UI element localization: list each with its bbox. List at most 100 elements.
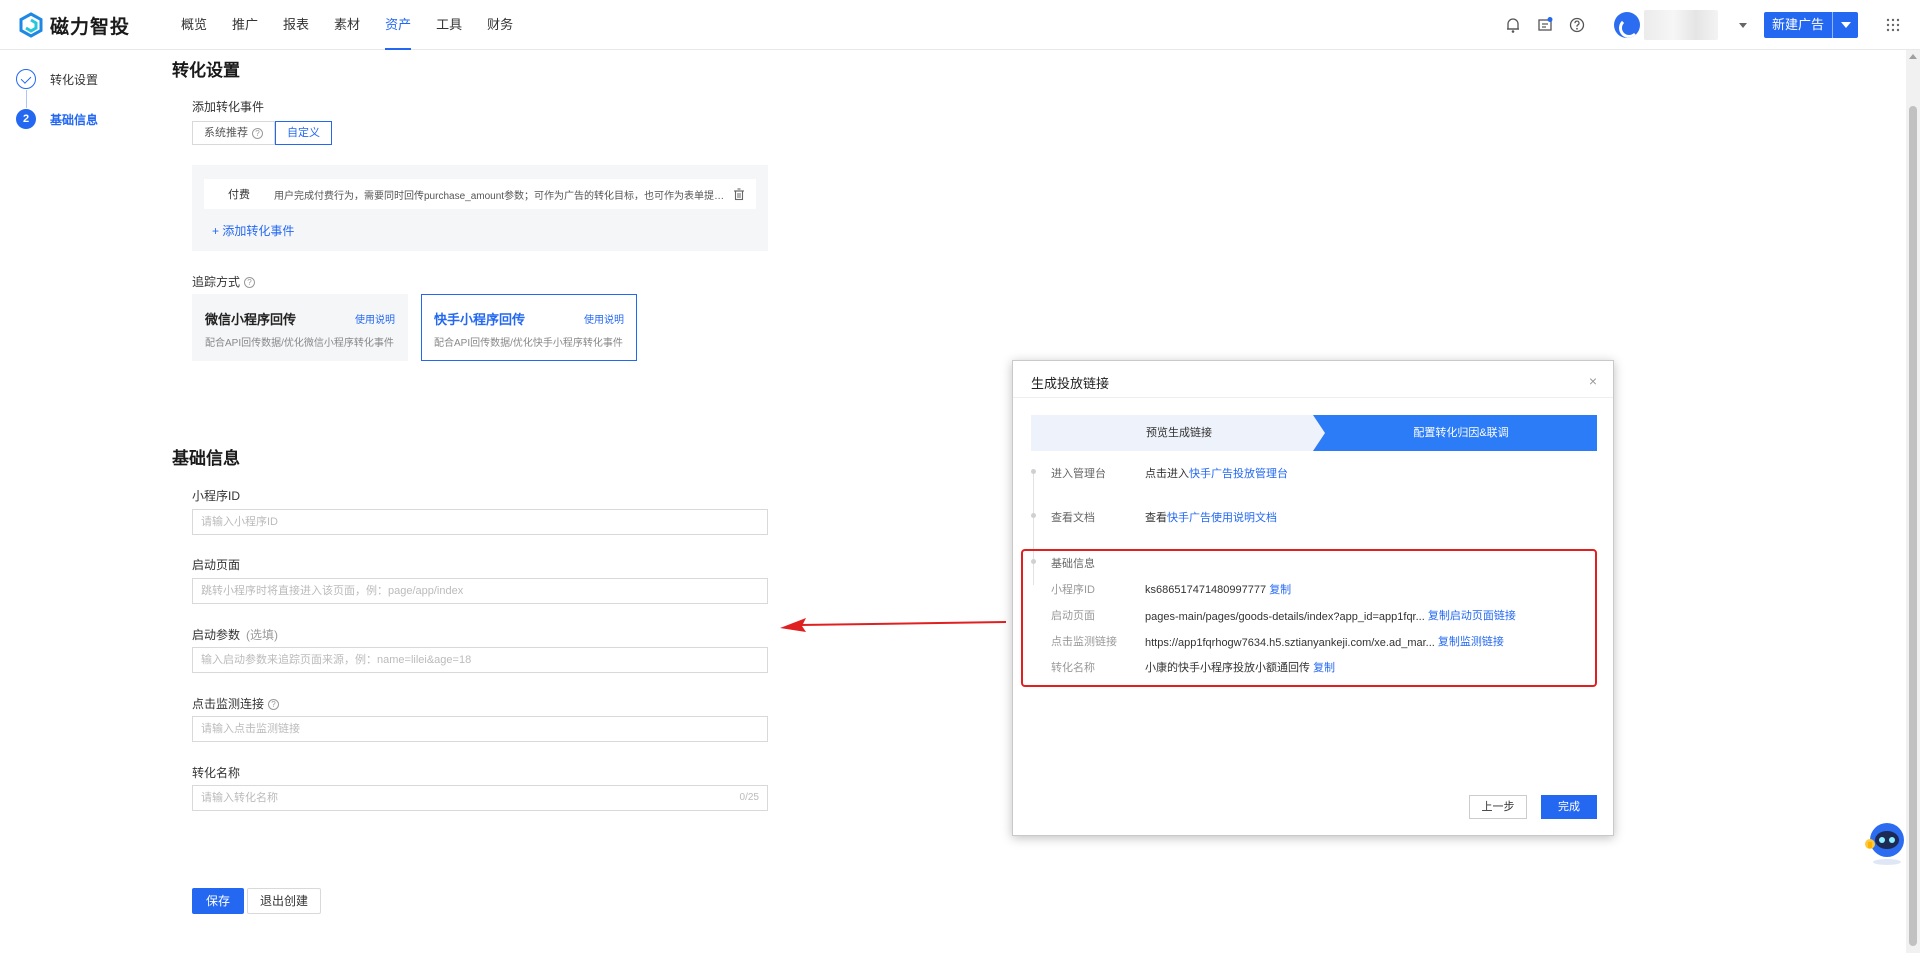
main-nav: 概览 推广 报表 素材 资产 工具 财务	[181, 0, 538, 50]
nav-item-materials[interactable]: 素材	[334, 0, 360, 50]
apps-grid-icon[interactable]	[1886, 18, 1900, 32]
char-counter: 0/25	[739, 792, 759, 803]
tab-custom[interactable]: 自定义	[275, 121, 332, 145]
question-icon[interactable]: ?	[252, 127, 263, 139]
copy-monitor-link[interactable]: 复制监测链接	[1438, 636, 1504, 648]
add-conversion-event-link[interactable]: + 添加转化事件	[212, 222, 294, 239]
assistant-robot-icon[interactable]	[1862, 818, 1908, 866]
tracking-card-kuaishou[interactable]: 快手小程序回传 使用说明 配合API回传数据/优化快手小程序转化事件	[421, 294, 637, 361]
detail-value: https://app1fqrhogw7634.h5.sztianyankeji…	[1145, 637, 1435, 649]
done-button[interactable]: 完成	[1541, 795, 1597, 819]
detail-value-miniapp-id: ks686517471480997777 复制	[1145, 581, 1291, 597]
event-name: 付费	[228, 189, 250, 201]
detail-key-conversion-name: 转化名称	[1051, 662, 1095, 674]
detail-key-launch-page: 启动页面	[1051, 610, 1095, 622]
tracking-label-text: 追踪方式	[192, 275, 241, 289]
timeline-line	[1033, 471, 1034, 585]
docs-key: 查看文档	[1051, 512, 1095, 524]
page-scrollbar[interactable]	[1906, 50, 1920, 953]
nav-item-finance[interactable]: 财务	[487, 0, 513, 50]
card-usage-link[interactable]: 使用说明	[584, 311, 624, 326]
avatar[interactable]	[1614, 12, 1640, 38]
event-list-panel: 付费 用户完成付费行为，需要同时回传purchase_amount参数；可作为广…	[192, 165, 768, 251]
step-connector	[26, 90, 27, 108]
timeline-dot	[1031, 559, 1036, 564]
delete-icon[interactable]	[732, 187, 746, 201]
nav-item-promotion[interactable]: 推广	[232, 0, 258, 50]
tracking-card-wechat[interactable]: 微信小程序回传 使用说明 配合API回传数据/优化微信小程序转化事件	[192, 294, 408, 361]
chevron-down-icon[interactable]	[1738, 20, 1748, 30]
copy-button[interactable]: 复制	[1269, 584, 1291, 596]
admin-console-link[interactable]: 快手广告投放管理台	[1189, 468, 1288, 480]
detail-value-click-monitor: https://app1fqrhogw7634.h5.sztianyankeji…	[1145, 633, 1504, 649]
detail-value: 小康的快手小程序投放小额通回传	[1145, 662, 1310, 674]
input-placeholder: 请输入转化名称	[201, 792, 278, 804]
event-description: 用户完成付费行为，需要同时回传purchase_amount参数；可作为广告的转…	[274, 190, 726, 202]
question-icon[interactable]: ?	[268, 699, 280, 711]
detail-value-conversion-name: 小康的快手小程序投放小额通回传 复制	[1145, 659, 1335, 675]
save-button[interactable]: 保存	[192, 888, 245, 914]
docs-value: 查看快手广告使用说明文档	[1145, 509, 1277, 525]
help-icon[interactable]	[1568, 16, 1586, 34]
message-icon[interactable]	[1536, 16, 1554, 34]
conversion-name-input[interactable]: 请输入转化名称 0/25	[192, 785, 768, 811]
timeline-dot	[1031, 513, 1036, 518]
docs-link[interactable]: 快手广告使用说明文档	[1167, 512, 1277, 524]
nav-item-tools[interactable]: 工具	[436, 0, 462, 50]
modal-divider	[1013, 397, 1613, 398]
detail-value-launch-page: pages-main/pages/goods-details/index?app…	[1145, 607, 1516, 623]
copy-button[interactable]: 复制	[1313, 662, 1335, 674]
card-description: 配合API回传数据/优化快手小程序转化事件	[434, 338, 623, 349]
brand-name: 磁力智投	[50, 16, 131, 38]
nav-item-reports[interactable]: 报表	[283, 0, 309, 50]
nav-item-assets[interactable]: 资产	[385, 0, 412, 50]
docs-prefix: 查看	[1145, 512, 1167, 524]
scroll-up-icon[interactable]	[1909, 54, 1917, 59]
new-ad-dropdown-icon[interactable]	[1832, 12, 1858, 38]
field-label-launch-page: 启动页面	[192, 558, 241, 572]
miniapp-id-input[interactable]: 请输入小程序ID	[192, 509, 768, 535]
basic-info-key: 基础信息	[1051, 558, 1095, 570]
field-label-conversion-name: 转化名称	[192, 766, 241, 780]
modal-step-preview[interactable]: 预览生成链接	[1031, 415, 1327, 451]
copy-launch-page-link[interactable]: 复制启动页面链接	[1428, 610, 1516, 622]
field-label-launch-params: 启动参数 (选填)	[192, 626, 278, 643]
launch-page-input[interactable]: 跳转小程序时将直接进入该页面，例：page/app/index	[192, 578, 768, 604]
step-number: 2	[16, 109, 36, 129]
field-label-text: 启动参数	[192, 628, 241, 642]
annotation-arrow-icon	[780, 618, 1006, 632]
check-icon	[16, 69, 36, 89]
previous-step-button[interactable]: 上一步	[1469, 795, 1527, 819]
section-title-conversion: 转化设置	[172, 61, 240, 80]
card-usage-link[interactable]: 使用说明	[355, 311, 395, 326]
section-title-basic: 基础信息	[172, 449, 240, 468]
logo-icon	[19, 12, 43, 38]
step-basic-info[interactable]: 2 基础信息	[16, 108, 136, 130]
enter-admin-value: 点击进入快手广告投放管理台	[1145, 465, 1288, 481]
detail-key-click-monitor: 点击监测链接	[1051, 636, 1117, 648]
tracking-method-label: 追踪方式?	[192, 273, 256, 290]
launch-params-input[interactable]: 输入启动参数来追踪页面来源，例：name=lilei&age=18	[192, 647, 768, 673]
nav-item-overview[interactable]: 概览	[181, 0, 207, 50]
modal-step-configure[interactable]: 配置转化归因&联调	[1313, 415, 1597, 451]
enter-admin-key: 进入管理台	[1051, 468, 1106, 480]
click-monitor-input[interactable]: 请输入点击监测链接	[192, 716, 768, 742]
step-navigator: 转化设置 2 基础信息	[16, 68, 136, 130]
close-icon[interactable]: ×	[1589, 373, 1597, 389]
question-icon[interactable]: ?	[244, 277, 256, 289]
optional-hint: (选填)	[246, 628, 279, 642]
timeline-dot	[1031, 469, 1036, 474]
add-conversion-label: 添加转化事件	[192, 100, 265, 114]
event-row: 付费 用户完成付费行为，需要同时回传purchase_amount参数；可作为广…	[204, 179, 756, 209]
tab-system-recommend[interactable]: 系统推荐?	[192, 121, 275, 145]
scroll-thumb[interactable]	[1909, 106, 1917, 946]
step-conversion-settings[interactable]: 转化设置	[16, 68, 136, 90]
brand-logo[interactable]: 磁力智投	[18, 12, 130, 38]
new-ad-button[interactable]: 新建广告	[1764, 12, 1858, 38]
enter-admin-prefix: 点击进入	[1145, 468, 1189, 480]
step-label: 转化设置	[50, 72, 99, 87]
new-ad-label: 新建广告	[1771, 17, 1824, 32]
exit-create-button[interactable]: 退出创建	[247, 888, 322, 914]
card-description: 配合API回传数据/优化微信小程序转化事件	[205, 338, 394, 349]
bell-icon[interactable]	[1504, 16, 1522, 34]
